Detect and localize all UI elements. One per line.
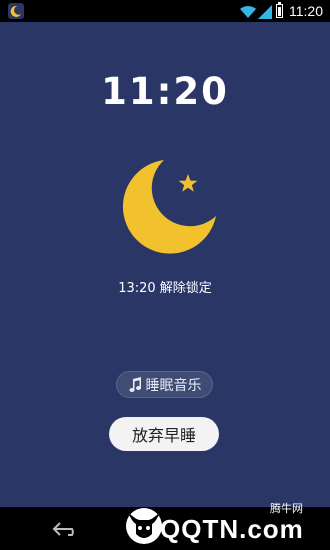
watermark-brand: QQTN.com [160, 514, 304, 544]
wifi-icon [240, 4, 256, 23]
back-icon[interactable] [52, 521, 82, 537]
signal-icon [258, 4, 272, 23]
sleep-music-label: 睡眠音乐 [145, 377, 202, 394]
battery-icon [276, 2, 283, 18]
sleep-music-button[interactable]: 睡眠音乐 [116, 371, 213, 398]
status-bar: 11:20 [0, 0, 330, 22]
give-up-early-sleep-button[interactable]: 放弃早睡 [109, 417, 219, 451]
unlock-time-label[interactable]: 13:20 解除锁定 [0, 277, 330, 296]
watermark: QQTN.com 腾牛网 [120, 498, 330, 550]
clock-time: 11:20 [101, 70, 229, 113]
status-time: 11:20 [289, 3, 323, 19]
app-moon-icon [8, 3, 24, 19]
moon-star-icon [122, 160, 216, 254]
music-note-icon [129, 376, 141, 392]
watermark-site: 腾牛网 [270, 502, 303, 515]
